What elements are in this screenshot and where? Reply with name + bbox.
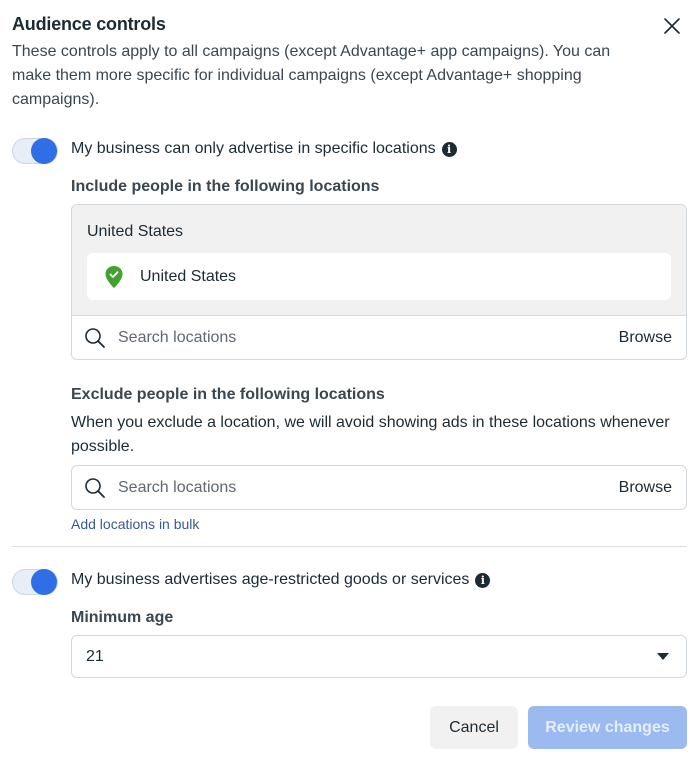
cancel-button[interactable]: Cancel xyxy=(430,706,518,749)
toggle-knob xyxy=(31,569,57,595)
close-button[interactable] xyxy=(660,14,684,38)
divider xyxy=(12,546,687,547)
minimum-age-select[interactable]: 21 xyxy=(71,635,687,678)
exclude-heading: Exclude people in the following location… xyxy=(71,386,385,403)
review-changes-button[interactable]: Review changes xyxy=(528,706,687,749)
exclude-search-input[interactable] xyxy=(118,479,619,497)
location-pin-check-icon xyxy=(105,265,123,288)
location-group-name: United States xyxy=(87,223,184,240)
dialog-description: These controls apply to all campaigns (e… xyxy=(12,43,611,108)
search-icon xyxy=(85,478,105,498)
exclude-help-text: When you exclude a location, we will avo… xyxy=(71,414,670,455)
close-icon xyxy=(664,18,680,34)
dialog-title: Audience controls xyxy=(12,14,166,34)
include-locations-box: United States United States Browse xyxy=(71,204,687,360)
add-locations-in-bulk-link[interactable]: Add locations in bulk xyxy=(71,516,199,532)
age-toggle-text: My business advertises age-restricted go… xyxy=(71,571,470,588)
locations-toggle[interactable] xyxy=(12,138,58,164)
include-browse-button[interactable]: Browse xyxy=(619,329,672,347)
include-heading: Include people in the following location… xyxy=(71,178,380,195)
age-toggle-label: My business advertises age-restricted go… xyxy=(71,571,491,589)
location-name: United States xyxy=(140,267,237,285)
info-icon[interactable]: i xyxy=(475,572,491,588)
location-item[interactable]: United States xyxy=(87,253,671,300)
locations-toggle-text: My business can only advertise in specif… xyxy=(71,140,436,157)
selected-locations: United States United States xyxy=(72,205,686,316)
caret-down-icon xyxy=(657,653,669,660)
exclude-search-row: Browse xyxy=(72,466,686,510)
toggle-knob xyxy=(31,138,57,164)
include-search-row: Browse xyxy=(72,316,686,359)
minimum-age-label: Minimum age xyxy=(71,609,174,626)
minimum-age-value: 21 xyxy=(86,647,104,665)
info-icon[interactable]: i xyxy=(441,141,457,157)
search-icon xyxy=(85,328,105,348)
exclude-browse-button[interactable]: Browse xyxy=(619,479,672,497)
include-search-input[interactable] xyxy=(118,329,619,347)
locations-toggle-label: My business can only advertise in specif… xyxy=(71,140,457,158)
exclude-search-box: Browse xyxy=(71,465,687,510)
age-restriction-toggle[interactable] xyxy=(12,569,58,595)
